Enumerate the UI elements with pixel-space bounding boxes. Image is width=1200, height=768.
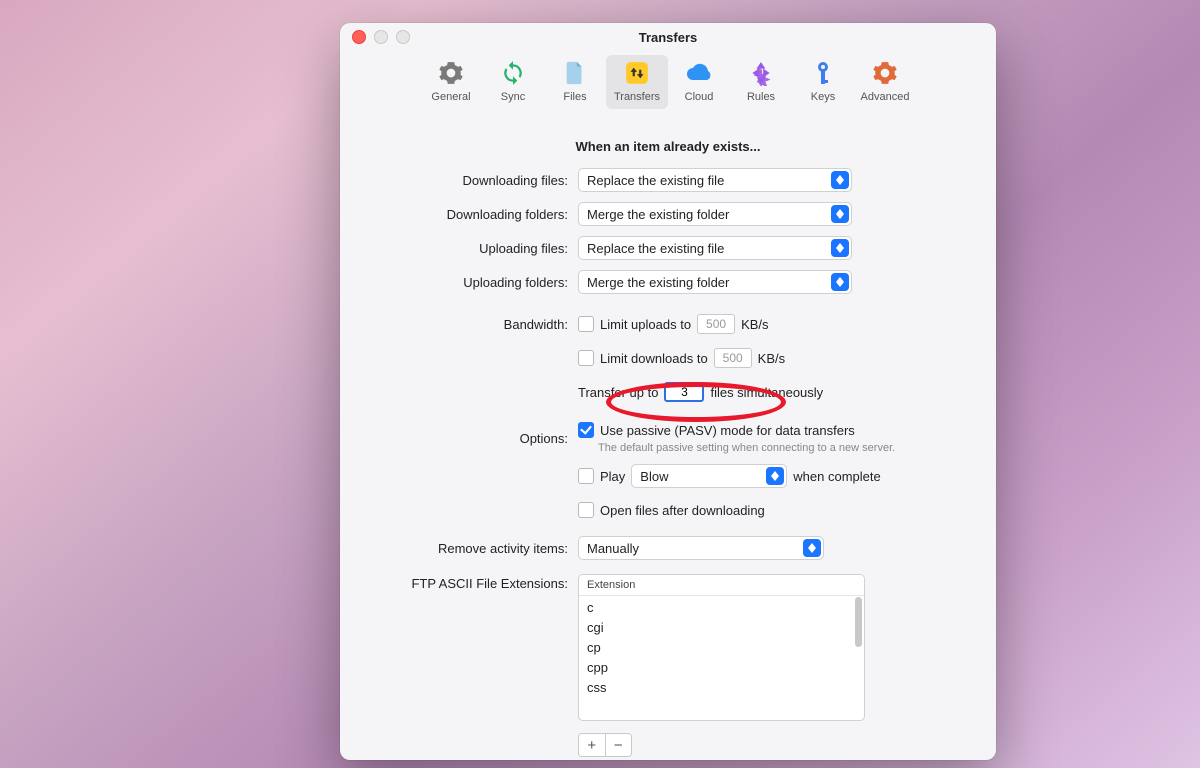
select-uploading-files[interactable]: Replace the existing file <box>578 236 852 260</box>
key-icon <box>809 59 837 87</box>
file-icon <box>561 59 589 87</box>
select-downloading-files[interactable]: Replace the existing file <box>578 168 852 192</box>
section-heading: When an item already exists... <box>368 139 968 154</box>
tab-general[interactable]: General <box>420 55 482 109</box>
cloud-icon <box>685 59 713 87</box>
text-passive-mode: Use passive (PASV) mode for data transfe… <box>600 423 855 438</box>
window-title: Transfers <box>340 30 996 45</box>
tab-rules[interactable]: Rules <box>730 55 792 109</box>
input-limit-downloads[interactable]: 500 <box>714 348 752 368</box>
list-item[interactable]: cgi <box>587 618 856 638</box>
text-transfer-prefix: Transfer up to <box>578 385 658 400</box>
list-item[interactable]: c <box>587 598 856 618</box>
extensions-header: Extension <box>579 575 864 596</box>
select-uploading-folders[interactable]: Merge the existing folder <box>578 270 852 294</box>
updown-icon <box>766 467 784 485</box>
tab-advanced[interactable]: Advanced <box>854 55 916 109</box>
advanced-gear-icon <box>871 59 899 87</box>
text-when-complete: when complete <box>793 469 880 484</box>
input-simultaneous-transfers[interactable]: 3 <box>664 382 704 402</box>
updown-icon <box>831 239 849 257</box>
tab-files[interactable]: Files <box>544 55 606 109</box>
list-item[interactable]: css <box>587 678 856 698</box>
text-limit-uploads: Limit uploads to <box>600 317 691 332</box>
remove-extension-button[interactable]: − <box>606 734 632 756</box>
text-limit-downloads: Limit downloads to <box>600 351 708 366</box>
unit-uploads: KB/s <box>741 317 768 332</box>
gear-icon <box>437 59 465 87</box>
select-downloading-folders[interactable]: Merge the existing folder <box>578 202 852 226</box>
label-remove-activity: Remove activity items: <box>368 541 578 556</box>
unit-downloads: KB/s <box>758 351 785 366</box>
add-extension-button[interactable]: + <box>579 734 606 756</box>
list-item[interactable]: cp <box>587 638 856 658</box>
updown-icon <box>831 273 849 291</box>
label-uploading-files: Uploading files: <box>368 241 578 256</box>
rules-icon <box>747 59 775 87</box>
input-limit-uploads[interactable]: 500 <box>697 314 735 334</box>
preferences-toolbar: General Sync Files Transfers <box>340 51 996 125</box>
label-downloading-files: Downloading files: <box>368 173 578 188</box>
hint-passive-mode: The default passive setting when connect… <box>598 442 895 454</box>
updown-icon <box>831 171 849 189</box>
label-downloading-folders: Downloading folders: <box>368 207 578 222</box>
text-open-after-download: Open files after downloading <box>600 503 765 518</box>
titlebar: Transfers <box>340 23 996 51</box>
updown-icon <box>831 205 849 223</box>
updown-icon <box>803 539 821 557</box>
extensions-list[interactable]: Extension c cgi cp cpp css <box>578 574 865 721</box>
sync-icon <box>499 59 527 87</box>
label-options: Options: <box>368 431 578 446</box>
scrollbar[interactable] <box>855 597 862 647</box>
tab-sync[interactable]: Sync <box>482 55 544 109</box>
add-remove-extensions: + − <box>578 733 632 757</box>
label-ftp-ascii: FTP ASCII File Extensions: <box>368 574 578 591</box>
text-transfer-suffix: files simultaneously <box>710 385 823 400</box>
preferences-window: Transfers General Sync Files <box>340 23 996 760</box>
tab-transfers[interactable]: Transfers <box>606 55 668 109</box>
checkbox-passive-mode[interactable] <box>578 422 594 438</box>
text-play: Play <box>600 469 625 484</box>
list-item[interactable]: cpp <box>587 658 856 678</box>
checkbox-open-after-download[interactable] <box>578 502 594 518</box>
transfers-icon <box>623 59 651 87</box>
select-play-sound[interactable]: Blow <box>631 464 787 488</box>
tab-cloud[interactable]: Cloud <box>668 55 730 109</box>
label-uploading-folders: Uploading folders: <box>368 275 578 290</box>
checkbox-play-sound[interactable] <box>578 468 594 484</box>
tab-keys[interactable]: Keys <box>792 55 854 109</box>
checkbox-limit-uploads[interactable] <box>578 316 594 332</box>
select-remove-activity[interactable]: Manually <box>578 536 824 560</box>
checkbox-limit-downloads[interactable] <box>578 350 594 366</box>
label-bandwidth: Bandwidth: <box>368 317 578 332</box>
